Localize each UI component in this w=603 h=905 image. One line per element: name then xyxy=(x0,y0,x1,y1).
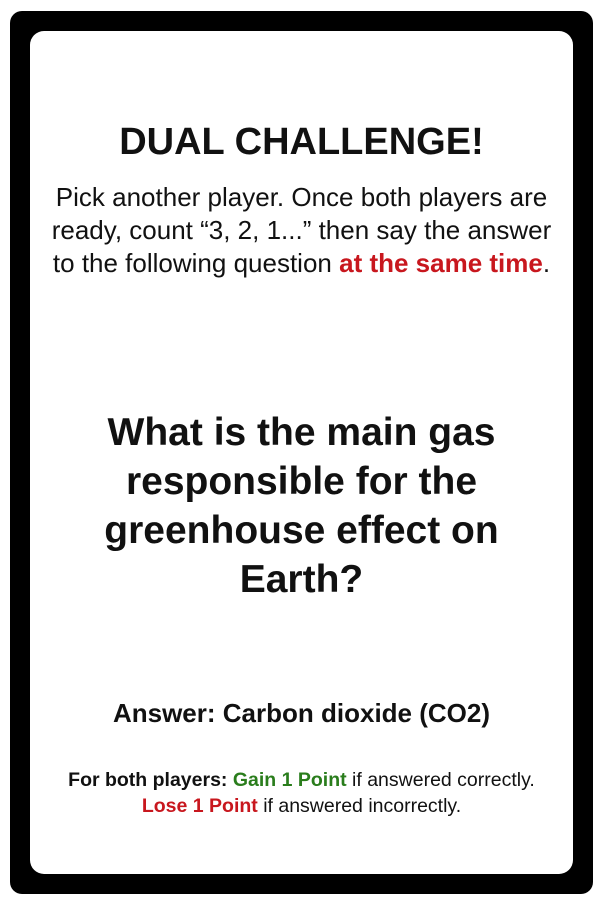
rules-gain-tail: if answered correctly. xyxy=(352,769,535,791)
rules-lose: Lose 1 Point xyxy=(141,795,258,817)
instructions-after: . xyxy=(542,248,551,278)
rules-lose-tail: if answered incorrectly. xyxy=(263,795,462,817)
instructions-text: Pick another player. Once both players a… xyxy=(40,181,563,280)
rules-lead: For both players: xyxy=(68,769,228,791)
card-title: DUAL CHALLENGE! xyxy=(119,121,484,163)
scoring-rules: For both players: Gain 1 Point if answer… xyxy=(45,767,558,819)
answer-text: Answer: Carbon dioxide (CO2) xyxy=(112,698,491,728)
rules-gain: Gain 1 Point xyxy=(232,769,347,791)
question-text: What is the main gas responsible for the… xyxy=(104,411,499,601)
instructions-highlight: at the same time xyxy=(339,248,543,278)
